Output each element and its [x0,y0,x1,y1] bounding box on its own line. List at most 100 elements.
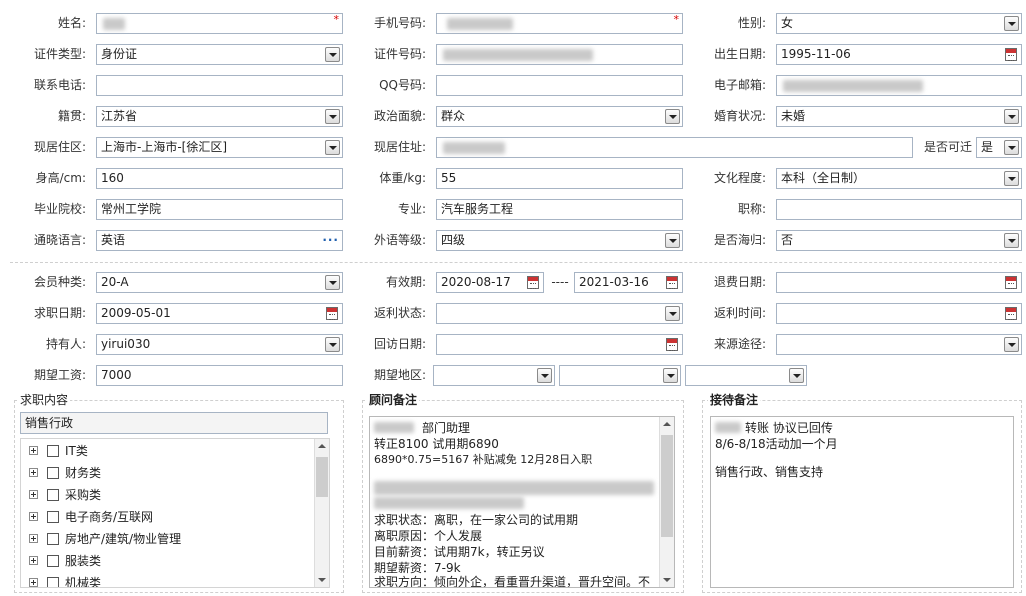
valid-from-input[interactable]: 2020-08-17 [436,272,544,293]
refund-date-input[interactable] [776,272,1022,293]
mobile-input[interactable]: * [436,13,683,34]
note-line: 部门助理 [422,421,471,435]
height-input[interactable]: 160 [96,168,343,189]
hometown-select[interactable]: 江苏省 [96,106,343,127]
political-value: 群众 [441,109,466,123]
political-select[interactable]: 群众 [436,106,683,127]
chevron-down-icon[interactable] [1004,140,1019,155]
id-number-input[interactable] [436,44,683,65]
expand-icon[interactable] [29,446,38,455]
relocate-select[interactable]: 是 [976,137,1022,158]
political-label: 政治面貌: [373,109,426,123]
rebate-status-select[interactable] [436,303,683,324]
checkbox[interactable] [47,489,59,501]
member-type-select[interactable]: 20-A [96,272,343,293]
chevron-down-icon[interactable] [325,337,340,352]
checkbox[interactable] [47,577,59,587]
chevron-down-icon[interactable] [1004,337,1019,352]
source-select[interactable] [776,334,1022,355]
section-divider [10,262,1022,263]
scroll-down-icon[interactable] [318,578,326,582]
required-mark: * [673,13,680,26]
chevron-down-icon[interactable] [1004,233,1019,248]
chevron-down-icon[interactable] [665,306,680,321]
region-district-select[interactable] [685,365,807,386]
chevron-down-icon[interactable] [537,368,552,383]
job-content-title: 求职内容 [18,393,71,407]
chevron-down-icon[interactable] [325,275,340,290]
visit-date-input[interactable] [436,334,683,355]
calendar-icon[interactable] [1005,307,1017,320]
advisor-notes-textarea[interactable]: 部门助理 转正8100 试用期6890 6890*0.75=5167 补贴减免 … [369,416,675,588]
tree-item-label: 财务类 [65,466,102,480]
chevron-down-icon[interactable] [1004,16,1019,31]
email-input[interactable] [776,75,1022,96]
phone-input[interactable] [96,75,343,96]
gender-select[interactable]: 女 [776,13,1022,34]
chevron-down-icon[interactable] [665,233,680,248]
chevron-down-icon[interactable] [665,109,680,124]
checkbox[interactable] [47,511,59,523]
notes-scrollbar[interactable] [659,417,674,587]
region-province-select[interactable] [433,365,555,386]
chevron-down-icon[interactable] [325,109,340,124]
weight-input[interactable]: 55 [436,168,683,189]
rebate-time-input[interactable] [776,303,1022,324]
more-icon[interactable]: ··· [322,234,339,246]
expand-icon[interactable] [29,534,38,543]
id-type-select[interactable]: 身份证 [96,44,343,65]
scroll-thumb[interactable] [316,457,328,497]
calendar-icon[interactable] [326,307,338,320]
chevron-down-icon[interactable] [325,140,340,155]
checkbox[interactable] [47,533,59,545]
current-address-input[interactable] [436,137,913,158]
expand-icon[interactable] [29,556,38,565]
reception-notes-textarea[interactable]: 转账 协议已回传 8/6-8/18活动加一个月 销售行政、销售支持 [710,416,1014,588]
title-input[interactable] [776,199,1022,220]
qq-input[interactable] [436,75,683,96]
chevron-down-icon[interactable] [789,368,804,383]
holder-value: yirui030 [101,337,151,351]
job-date-input[interactable]: 2009-05-01 [96,303,343,324]
name-input[interactable]: * [96,13,343,34]
scroll-up-icon[interactable] [663,422,671,426]
chevron-down-icon[interactable] [325,47,340,62]
lang-level-select[interactable]: 四级 [436,230,683,251]
job-category-tree[interactable]: IT类 财务类 采购类 电子商务/互联网 房地产/建筑/物业管理 服装类 机械类 [20,438,330,588]
checkbox[interactable] [47,555,59,567]
education-select[interactable]: 本科（全日制） [776,168,1022,189]
job-summary-field[interactable]: 销售行政 [20,412,328,434]
language-picker[interactable]: 英语 ··· [96,230,343,251]
expand-icon[interactable] [29,468,38,477]
scroll-down-icon[interactable] [663,578,671,582]
calendar-icon[interactable] [666,338,678,351]
scroll-thumb[interactable] [661,435,673,537]
gender-label: 性别: [737,16,766,30]
chevron-down-icon[interactable] [1004,171,1019,186]
checkbox[interactable] [47,445,59,457]
scroll-up-icon[interactable] [318,444,326,448]
valid-to-input[interactable]: 2021-03-16 [574,272,683,293]
region-city-select[interactable] [559,365,681,386]
tree-scrollbar[interactable] [314,439,329,587]
calendar-icon[interactable] [1005,276,1017,289]
language-value: 英语 [101,233,126,247]
checkbox[interactable] [47,467,59,479]
chevron-down-icon[interactable] [663,368,678,383]
school-input[interactable]: 常州工学院 [96,199,343,220]
returnee-select[interactable]: 否 [776,230,1022,251]
calendar-icon[interactable] [1005,48,1017,61]
calendar-icon[interactable] [527,276,539,289]
expand-icon[interactable] [29,490,38,499]
marital-select[interactable]: 未婚 [776,106,1022,127]
birth-date-input[interactable]: 1995-11-06 [776,44,1022,65]
current-area-select[interactable]: 上海市-上海市-[徐汇区] [96,137,343,158]
calendar-icon[interactable] [666,276,678,289]
expand-icon[interactable] [29,578,38,587]
expand-icon[interactable] [29,512,38,521]
redacted-text [374,497,524,509]
holder-select[interactable]: yirui030 [96,334,343,355]
salary-input[interactable]: 7000 [96,365,343,386]
major-input[interactable]: 汽车服务工程 [436,199,683,220]
chevron-down-icon[interactable] [1004,109,1019,124]
